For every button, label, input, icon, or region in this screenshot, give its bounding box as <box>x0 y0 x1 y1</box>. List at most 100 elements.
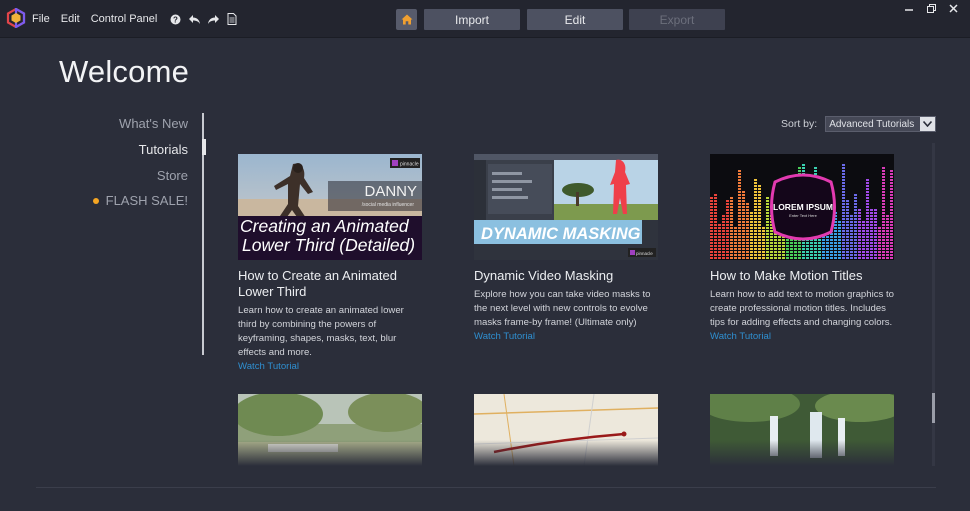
scrollbar[interactable] <box>932 143 935 466</box>
equalizer-segment <box>738 215 741 217</box>
tutorial-thumbnail[interactable]: pinnacle DANNY /social media influencer … <box>238 154 422 260</box>
equalizer-segment <box>834 245 837 247</box>
tutorial-thumbnail[interactable]: DYNAMIC MASKING pinnacle <box>474 154 658 260</box>
sort-dropdown[interactable]: Advanced Tutorials <box>825 116 937 132</box>
equalizer-segment <box>838 257 841 259</box>
equalizer-segment <box>738 197 741 199</box>
tutorial-thumbnail[interactable] <box>238 394 422 466</box>
equalizer-segment <box>758 215 761 217</box>
home-icon <box>401 14 412 25</box>
equalizer-segment <box>842 218 845 220</box>
tutorial-thumbnail[interactable]: LOREM IPSUM Enter Text Here <box>710 154 894 260</box>
edit-button[interactable]: Edit <box>527 9 623 30</box>
equalizer-segment <box>798 167 801 169</box>
equalizer-segment <box>866 203 869 205</box>
equalizer-segment <box>742 248 745 250</box>
equalizer-segment <box>850 224 853 226</box>
minimize-icon[interactable] <box>898 2 920 14</box>
equalizer-segment <box>866 233 869 235</box>
equalizer-segment <box>766 233 769 235</box>
equalizer-segment <box>734 248 737 250</box>
equalizer-segment <box>866 224 869 226</box>
thumbnail-fade <box>238 440 422 466</box>
equalizer-segment <box>854 203 857 205</box>
equalizer-segment <box>782 239 785 241</box>
equalizer-segment <box>742 194 745 196</box>
scrollbar-thumb[interactable] <box>932 393 935 423</box>
equalizer-segment <box>846 245 849 247</box>
equalizer-segment <box>758 221 761 223</box>
equalizer-segment <box>838 233 841 235</box>
import-button[interactable]: Import <box>424 9 520 30</box>
equalizer-segment <box>882 179 885 181</box>
watch-tutorial-link[interactable]: Watch Tutorial <box>710 331 895 342</box>
watch-tutorial-link[interactable]: Watch Tutorial <box>238 361 423 372</box>
lower-third-thumbnail-image: pinnacle DANNY /social media influencer … <box>238 154 422 260</box>
equalizer-segment <box>842 251 845 253</box>
equalizer-segment <box>866 230 869 232</box>
equalizer-segment <box>758 242 761 244</box>
equalizer-segment <box>878 239 881 241</box>
restore-icon[interactable] <box>920 2 942 14</box>
nav-item-tutorials[interactable]: Tutorials <box>139 142 188 157</box>
equalizer-segment <box>762 236 765 238</box>
equalizer-segment <box>778 245 781 247</box>
equalizer-segment <box>854 200 857 202</box>
equalizer-segment <box>746 206 749 208</box>
equalizer-segment <box>758 209 761 211</box>
equalizer-segment <box>730 248 733 250</box>
equalizer-segment <box>890 182 893 184</box>
watch-tutorial-link[interactable]: Watch Tutorial <box>474 331 659 342</box>
nav-item-flash-sale[interactable]: FLASH SALE! <box>92 193 188 208</box>
equalizer-segment <box>794 242 797 244</box>
equalizer-segment <box>742 257 745 259</box>
menu-control-panel[interactable]: Control Panel <box>91 13 158 25</box>
document-icon[interactable] <box>225 12 239 26</box>
equalizer-segment <box>882 188 885 190</box>
equalizer-segment <box>710 206 713 208</box>
nav-item-store[interactable]: Store <box>157 168 188 183</box>
undo-icon[interactable] <box>187 12 201 26</box>
redo-icon[interactable] <box>206 12 220 26</box>
equalizer-segment <box>766 197 769 199</box>
equalizer-segment <box>850 242 853 244</box>
equalizer-segment <box>818 257 821 259</box>
equalizer-segment <box>890 176 893 178</box>
menu-edit[interactable]: Edit <box>61 13 80 25</box>
equalizer-segment <box>874 215 877 217</box>
equalizer-segment <box>882 197 885 199</box>
equalizer-segment <box>738 203 741 205</box>
equalizer-segment <box>782 248 785 250</box>
equalizer-segment <box>742 242 745 244</box>
equalizer-segment <box>738 245 741 247</box>
equalizer-segment <box>746 224 749 226</box>
nav-item-whats-new[interactable]: What's New <box>119 116 188 131</box>
equalizer-segment <box>722 257 725 259</box>
equalizer-segment <box>754 224 757 226</box>
equalizer-segment <box>766 209 769 211</box>
menu-file[interactable]: File <box>32 13 50 25</box>
equalizer-segment <box>882 239 885 241</box>
equalizer-segment <box>878 242 881 244</box>
tutorial-thumbnail[interactable] <box>474 394 658 466</box>
equalizer-segment <box>842 167 845 169</box>
equalizer-segment <box>718 245 721 247</box>
close-icon[interactable] <box>942 2 964 14</box>
equalizer-segment <box>722 251 725 253</box>
app-logo-icon <box>6 8 26 28</box>
side-nav: What's New Tutorials Store FLASH SALE! <box>60 113 206 355</box>
equalizer-segment <box>858 227 861 229</box>
equalizer-segment <box>794 248 797 250</box>
equalizer-segment <box>830 254 833 256</box>
tutorial-thumbnail[interactable] <box>710 394 894 466</box>
equalizer-segment <box>882 215 885 217</box>
help-icon[interactable]: ? <box>168 12 182 26</box>
equalizer-segment <box>882 191 885 193</box>
equalizer-segment <box>710 254 713 256</box>
equalizer-segment <box>890 224 893 226</box>
equalizer-segment <box>874 248 877 250</box>
equalizer-segment <box>738 227 741 229</box>
equalizer-segment <box>726 212 729 214</box>
home-button[interactable] <box>396 9 417 30</box>
equalizer-segment <box>730 221 733 223</box>
